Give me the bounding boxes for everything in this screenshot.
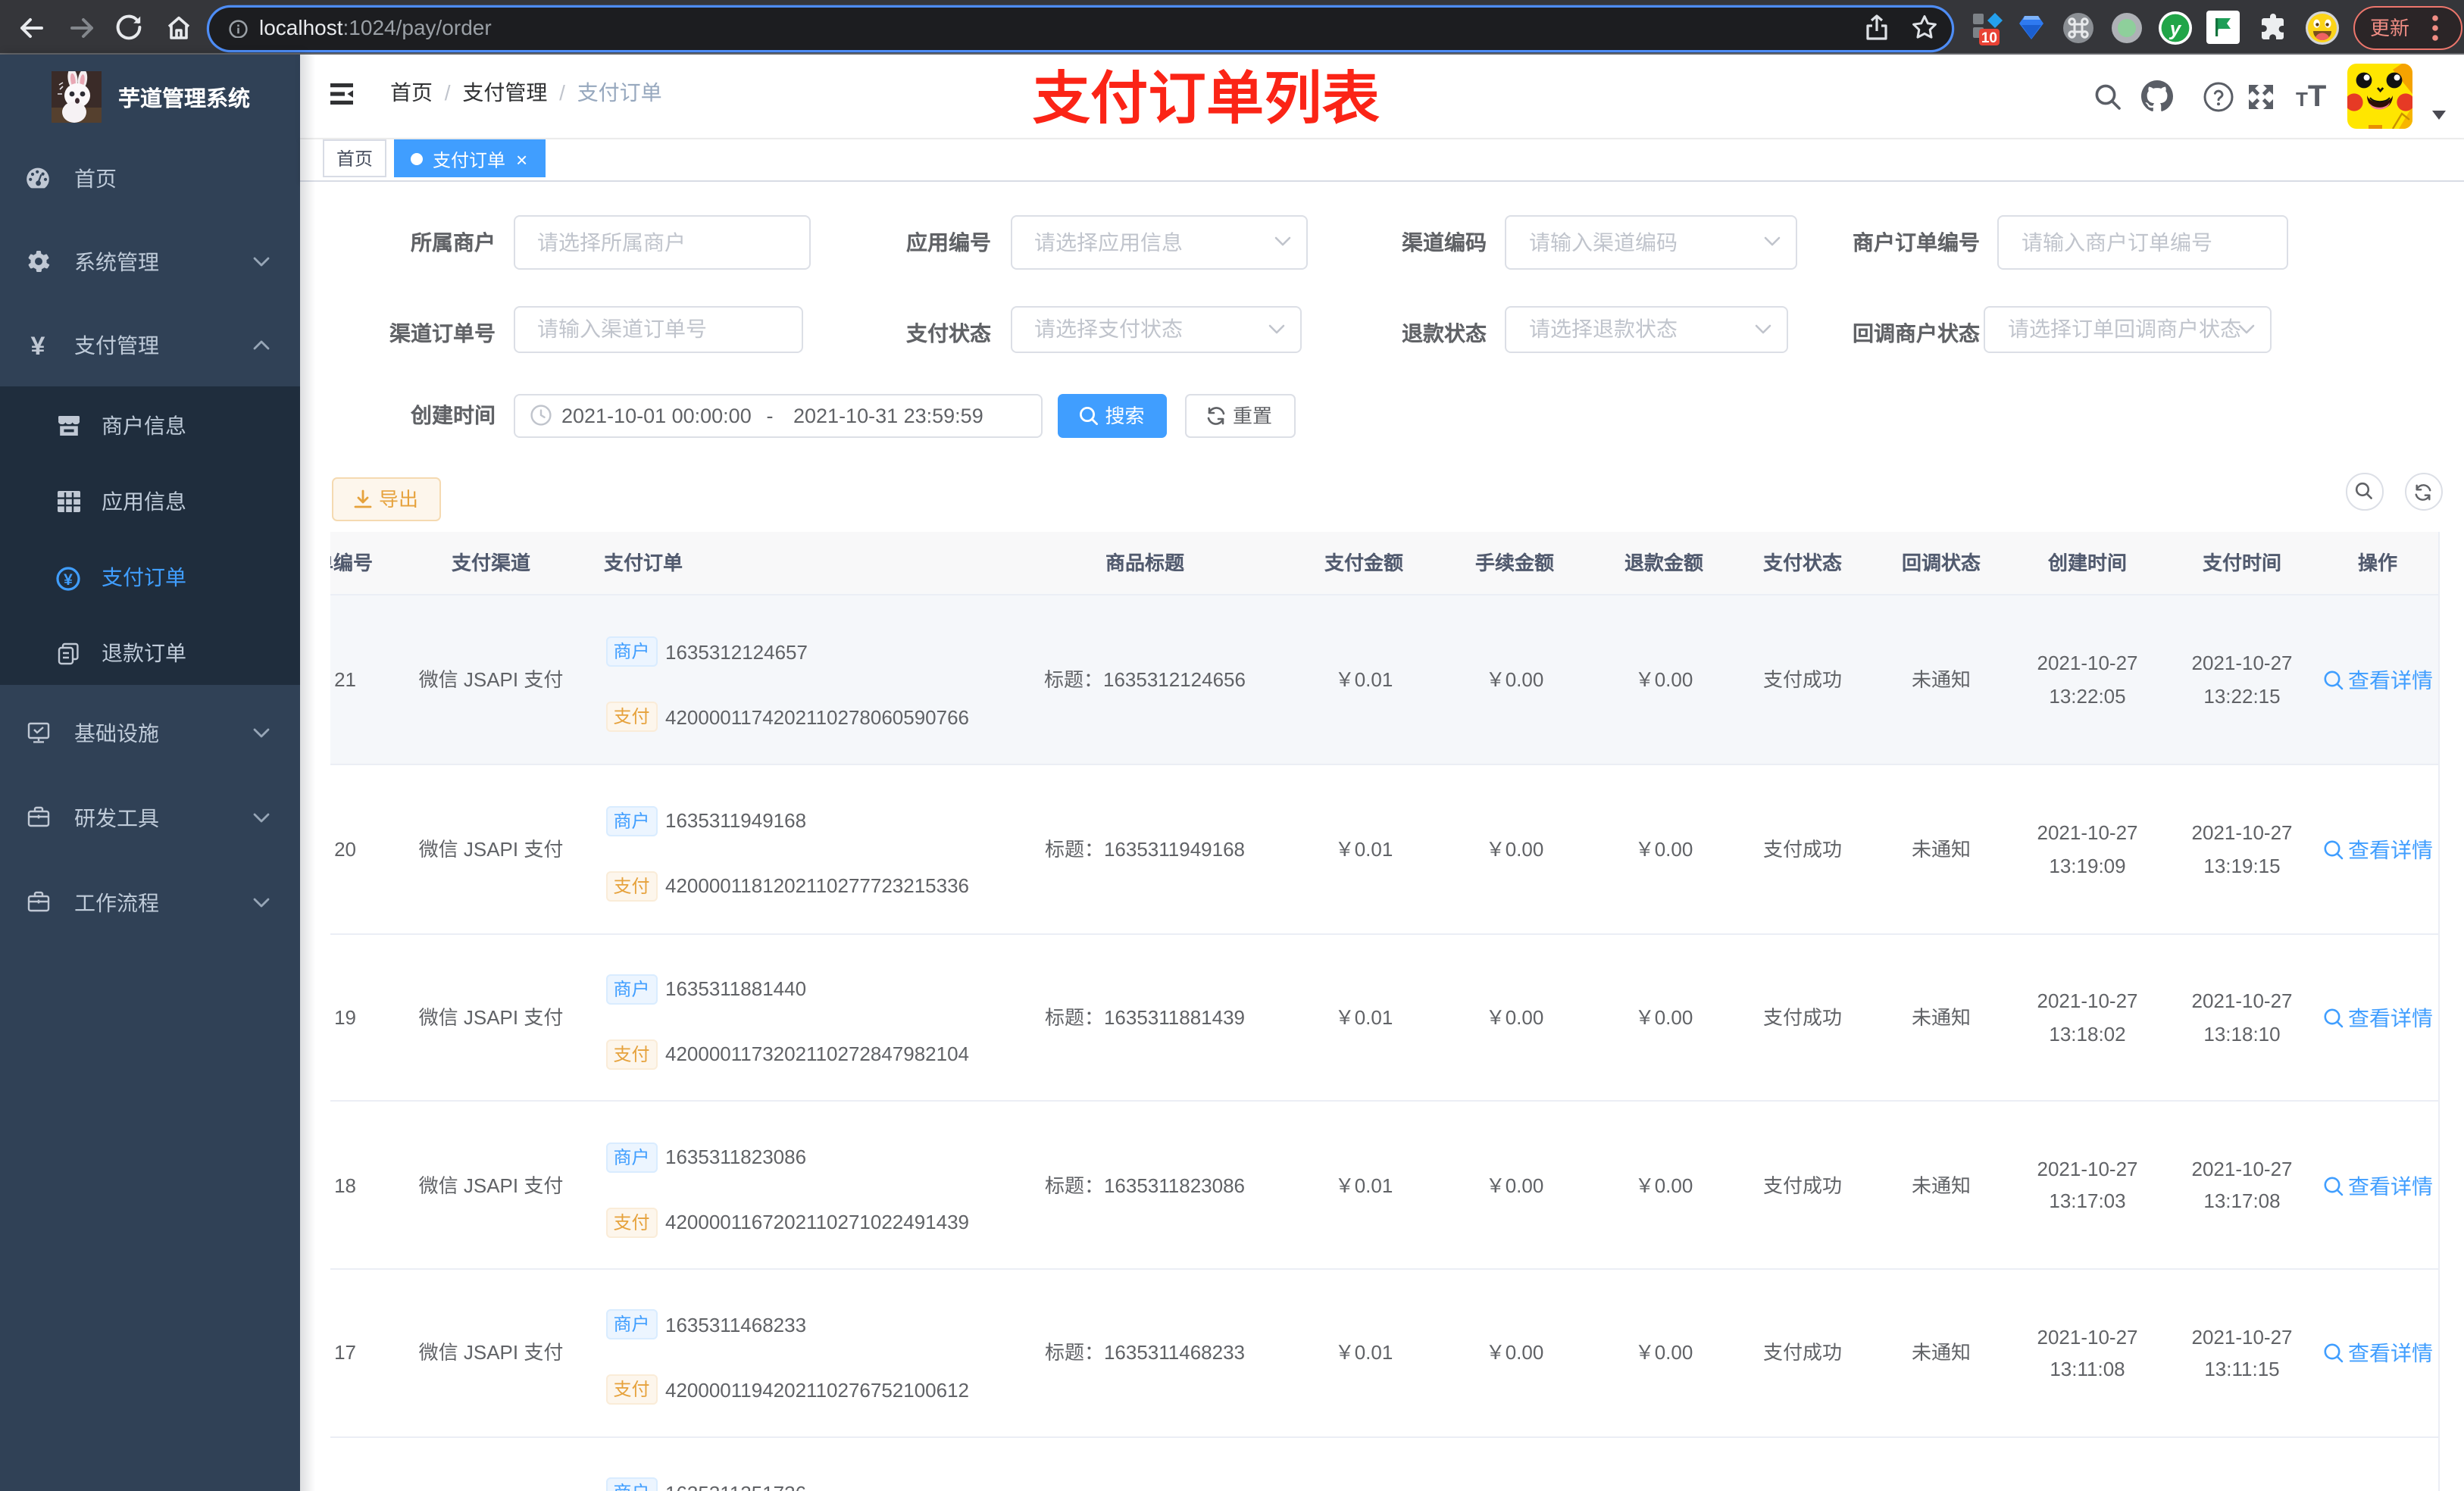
svg-text:10: 10 (1981, 30, 1997, 46)
svg-text:¥: ¥ (64, 571, 73, 589)
svg-text:¥: ¥ (31, 333, 45, 359)
svg-text:y: y (2169, 17, 2182, 39)
